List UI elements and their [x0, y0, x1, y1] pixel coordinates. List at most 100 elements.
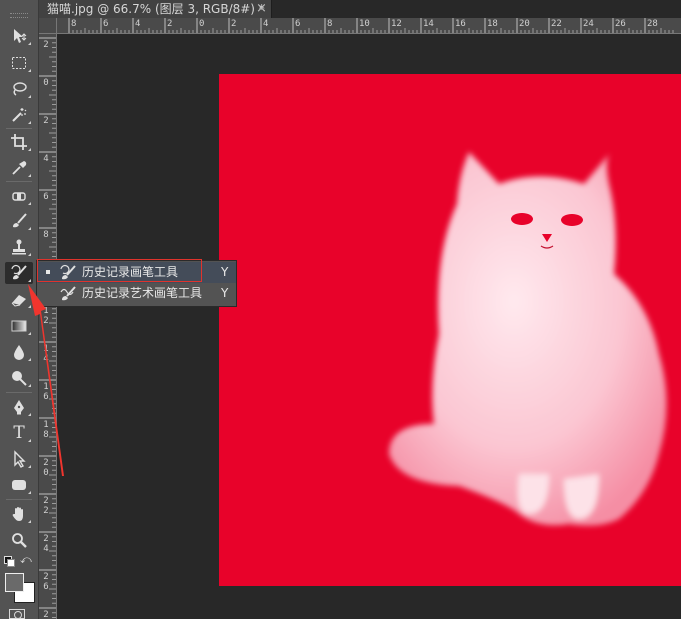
tool-group-indicator [28, 332, 31, 335]
document-image[interactable] [219, 74, 681, 586]
tool-group-indicator [28, 279, 31, 282]
pen-tool[interactable] [5, 396, 33, 418]
ruler-label: 4 [43, 154, 49, 164]
ruler-label: 26 [615, 19, 626, 29]
ruler-label: 2 [43, 572, 49, 582]
crop-tool[interactable] [5, 131, 33, 153]
flyout-item-label: 历史记录艺术画笔工具 [82, 286, 203, 300]
tool-group-indicator [28, 174, 31, 177]
tool-group-indicator [28, 384, 31, 387]
crop-icon [11, 134, 27, 150]
ruler-label: 6 [295, 19, 301, 29]
rect-marquee-icon [12, 57, 26, 69]
ruler-label: 6 [43, 392, 49, 402]
ruler-label: 4 [135, 19, 141, 29]
swap-colors-icon[interactable]: ⤺ [20, 554, 32, 566]
eraser-tool[interactable] [5, 288, 33, 310]
close-icon[interactable]: × [256, 0, 267, 18]
blur-tool[interactable] [5, 341, 33, 363]
canvas-area[interactable] [57, 34, 681, 619]
move-icon [14, 29, 27, 43]
tool-group-indicator [28, 148, 31, 151]
ruler-label: 16 [455, 19, 466, 29]
flyout-item-art-history-brush[interactable]: 历史记录艺术画笔工具 Y [38, 283, 236, 304]
pen-icon [14, 400, 24, 415]
brush-icon [13, 213, 27, 228]
toolbar-divider [6, 128, 32, 129]
ruler-label: 0 [199, 19, 205, 29]
art-history-brush-icon [60, 286, 76, 301]
ruler-label: 2 [43, 610, 49, 619]
ruler-label: 8 [43, 230, 49, 240]
ruler-label: 2 [167, 19, 173, 29]
ruler-label: 22 [551, 19, 562, 29]
eraser-icon [11, 295, 26, 307]
brush-tool[interactable] [5, 210, 33, 232]
lasso-tool[interactable] [5, 78, 33, 100]
gradient-icon [11, 320, 27, 332]
panel-grip[interactable] [10, 13, 28, 18]
tool-group-indicator [28, 305, 31, 308]
vertical-ruler[interactable]: 20246810121416182022242628 [39, 34, 57, 619]
document-tab-bar: 猫喵.jpg @ 66.7% (图层 3, RGB/8#) * × [39, 0, 681, 18]
ruler-label: 18 [487, 19, 498, 29]
magic-wand-tool[interactable] [5, 104, 33, 126]
ruler-label: 1 [43, 382, 49, 392]
default-colors-icon[interactable] [4, 556, 15, 567]
marquee-tool[interactable] [5, 52, 33, 74]
foreground-color-swatch[interactable] [5, 573, 24, 592]
ruler-label: 8 [43, 430, 49, 440]
toolbar-divider [6, 499, 32, 500]
ruler-label: 14 [423, 19, 434, 29]
ruler-label: 2 [43, 534, 49, 544]
history-brush-icon [11, 264, 27, 280]
ruler-label: 28 [647, 19, 658, 29]
annotation-highlight-box [37, 259, 202, 282]
hand-icon [12, 507, 23, 521]
dodge-tool[interactable] [5, 367, 33, 389]
document-tab-title: 猫喵.jpg @ 66.7% (图层 3, RGB/8#) * [47, 2, 265, 16]
ruler-label: 2 [231, 19, 237, 29]
tool-group-indicator [28, 253, 31, 256]
tool-group-indicator [28, 42, 31, 45]
ruler-label: 12 [391, 19, 402, 29]
ruler-label: 2 [43, 116, 49, 126]
cat-image [389, 152, 667, 526]
ruler-label: 2 [43, 496, 49, 506]
bandage-icon [12, 192, 26, 201]
ruler-label: 2 [43, 316, 49, 326]
tool-group-indicator [28, 202, 31, 205]
ruler-label: 0 [43, 78, 49, 88]
quick-mask-icon[interactable] [9, 609, 25, 619]
toolbar-divider [6, 181, 32, 182]
move-tool[interactable] [5, 25, 33, 47]
path-selection-tool[interactable] [5, 448, 33, 470]
tool-group-indicator [28, 227, 31, 230]
tool-group-indicator [28, 439, 31, 442]
ruler-label: 20 [519, 19, 530, 29]
eyedropper-icon [12, 161, 27, 175]
ruler-label: 2 [43, 506, 49, 516]
document-tab[interactable]: 猫喵.jpg @ 66.7% (图层 3, RGB/8#) * × [39, 0, 272, 18]
toolbar-divider [6, 392, 32, 393]
ruler-origin[interactable] [39, 18, 57, 34]
gradient-tool[interactable] [5, 315, 33, 337]
tool-group-indicator [28, 413, 31, 416]
ruler-label: 10 [359, 19, 370, 29]
ruler-label: 1 [43, 306, 49, 316]
healing-brush-tool[interactable] [5, 185, 33, 207]
history-brush-tool[interactable] [5, 262, 33, 284]
shape-tool[interactable] [5, 474, 33, 496]
ruler-label: 6 [43, 192, 49, 202]
zoom-tool[interactable] [5, 529, 33, 551]
dodge-icon [12, 371, 27, 386]
ruler-label: 8 [71, 19, 77, 29]
eyedropper-tool[interactable] [5, 157, 33, 179]
type-tool[interactable]: T [5, 422, 33, 444]
ruler-label: 4 [43, 544, 49, 554]
drop-icon [14, 345, 24, 360]
clone-stamp-tool[interactable] [5, 236, 33, 258]
horizontal-ruler[interactable]: 8 6 4 2 0 2 4 6 8 10 12 14 16 18 20 22 24 26 28 [57, 18, 681, 34]
tools-panel: T ⤺ [0, 0, 39, 619]
hand-tool[interactable] [5, 503, 33, 525]
